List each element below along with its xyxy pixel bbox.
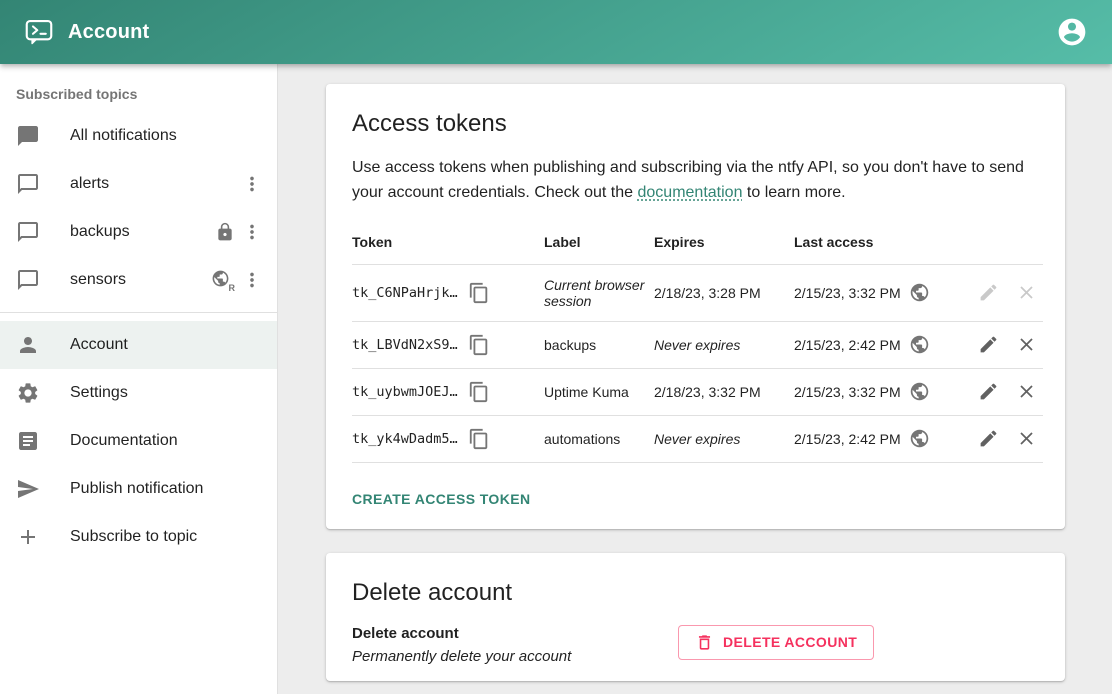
chat-bubble-outline-icon: [16, 220, 40, 244]
reserved-topic-marker: R: [229, 283, 236, 293]
create-access-token-button[interactable]: CREATE ACCESS TOKEN: [352, 485, 538, 513]
column-header-last-access: Last access: [794, 220, 966, 265]
token-value: tk_LBVdN2xS9…: [352, 337, 458, 353]
chat-bubble-filled-icon: [16, 124, 40, 148]
subscribed-topics-subheader: Subscribed topics: [0, 68, 277, 112]
chat-bubble-outline-icon: [16, 172, 40, 196]
topic-menu-icon[interactable]: [241, 221, 263, 243]
sidebar-item-label: backups: [70, 223, 215, 241]
table-row: tk_uybwmJOEJ… Uptime Kuma 2/18/23, 3:32 …: [352, 368, 1043, 415]
plus-icon: [16, 525, 40, 549]
sidebar-item-publish-notification[interactable]: Publish notification: [0, 465, 277, 513]
edit-pencil-icon[interactable]: [978, 381, 999, 402]
globe-icon: [909, 381, 930, 402]
access-tokens-card: Access tokens Use access tokens when pub…: [326, 84, 1065, 529]
sidebar-item-label: All notifications: [70, 127, 263, 145]
topic-menu-icon[interactable]: [241, 269, 263, 291]
description-text: to learn more.: [742, 184, 845, 201]
table-row: tk_C6NPaHrjk… Current browser session 2/…: [352, 264, 1043, 321]
sidebar-item-label: alerts: [70, 175, 241, 193]
table-row: tk_yk4wDadm5… automations Never expires …: [352, 415, 1043, 462]
gear-icon: [16, 381, 40, 405]
sidebar: Subscribed topics All notifications aler…: [0, 64, 278, 694]
sidebar-item-backups[interactable]: backups: [0, 208, 277, 256]
sidebar-item-label: Publish notification: [70, 480, 263, 498]
sidebar-item-subscribe-to-topic[interactable]: Subscribe to topic: [0, 513, 277, 561]
copy-icon[interactable]: [468, 334, 490, 356]
sidebar-item-label: Documentation: [70, 432, 263, 450]
sidebar-item-account[interactable]: Account: [0, 321, 277, 369]
send-icon: [16, 477, 40, 501]
documentation-link[interactable]: documentation: [638, 184, 743, 201]
sidebar-item-label: Settings: [70, 384, 263, 402]
sidebar-item-documentation[interactable]: Documentation: [0, 417, 277, 465]
page-title: Account: [68, 21, 149, 44]
column-header-token: Token: [352, 220, 544, 265]
table-header-row: Token Label Expires Last access: [352, 220, 1043, 265]
sidebar-divider: [0, 312, 277, 313]
token-expires: Never expires: [654, 415, 794, 462]
globe-reserved-icon: R: [211, 269, 235, 291]
main-content: Access tokens Use access tokens when pub…: [278, 64, 1112, 694]
delete-x-icon[interactable]: [1016, 334, 1037, 355]
token-expires: 2/18/23, 3:28 PM: [654, 264, 794, 321]
delete-x-icon: [1016, 282, 1037, 303]
token-expires: 2/18/23, 3:32 PM: [654, 368, 794, 415]
token-last-access: 2/15/23, 3:32 PM: [794, 384, 901, 400]
column-header-label: Label: [544, 220, 654, 265]
topic-menu-icon[interactable]: [241, 173, 263, 195]
sidebar-item-settings[interactable]: Settings: [0, 369, 277, 417]
person-icon: [16, 333, 40, 357]
copy-icon[interactable]: [468, 282, 490, 304]
column-header-expires: Expires: [654, 220, 794, 265]
delete-x-icon[interactable]: [1016, 381, 1037, 402]
access-tokens-description: Use access tokens when publishing and su…: [352, 156, 1041, 206]
token-last-access: 2/15/23, 2:42 PM: [794, 431, 901, 447]
sidebar-item-all-notifications[interactable]: All notifications: [0, 112, 277, 160]
token-value: tk_C6NPaHrjk…: [352, 285, 458, 301]
token-label: Uptime Kuma: [544, 368, 654, 415]
delete-account-item-description: Permanently delete your account: [352, 648, 678, 665]
edit-pencil-icon[interactable]: [978, 334, 999, 355]
token-label: Current browser session: [544, 264, 654, 321]
app-header: Account: [0, 0, 1112, 64]
globe-icon: [909, 282, 930, 303]
delete-account-button-label: DELETE ACCOUNT: [723, 634, 857, 650]
sidebar-item-label: Account: [70, 336, 263, 354]
delete-account-card: Delete account Delete account Permanentl…: [326, 553, 1065, 681]
access-tokens-title: Access tokens: [352, 110, 1041, 138]
trash-icon: [695, 633, 714, 652]
article-icon: [16, 429, 40, 453]
lock-icon: [215, 222, 235, 242]
copy-icon[interactable]: [468, 428, 490, 450]
globe-icon: [909, 428, 930, 449]
sidebar-item-sensors[interactable]: sensors R: [0, 256, 277, 304]
token-label: automations: [544, 415, 654, 462]
token-last-access: 2/15/23, 2:42 PM: [794, 337, 901, 353]
chat-bubble-outline-icon: [16, 268, 40, 292]
token-value: tk_yk4wDadm5…: [352, 431, 458, 447]
ntfy-logo-icon: [24, 17, 54, 47]
account-circle-icon[interactable]: [1056, 16, 1088, 48]
delete-account-title: Delete account: [352, 579, 1041, 607]
token-value: tk_uybwmJOEJ…: [352, 384, 458, 400]
globe-icon: [909, 334, 930, 355]
edit-pencil-icon[interactable]: [978, 428, 999, 449]
sidebar-item-alerts[interactable]: alerts: [0, 160, 277, 208]
token-expires: Never expires: [654, 321, 794, 368]
table-row: tk_LBVdN2xS9… backups Never expires 2/15…: [352, 321, 1043, 368]
delete-account-item-title: Delete account: [352, 625, 678, 642]
token-label: backups: [544, 321, 654, 368]
edit-pencil-icon: [978, 282, 999, 303]
delete-x-icon[interactable]: [1016, 428, 1037, 449]
tokens-table: Token Label Expires Last access tk_C6NPa…: [352, 220, 1043, 463]
copy-icon[interactable]: [468, 381, 490, 403]
token-last-access: 2/15/23, 3:32 PM: [794, 285, 901, 301]
delete-account-button[interactable]: DELETE ACCOUNT: [678, 625, 874, 660]
sidebar-item-label: Subscribe to topic: [70, 528, 263, 546]
sidebar-item-label: sensors: [70, 271, 211, 289]
